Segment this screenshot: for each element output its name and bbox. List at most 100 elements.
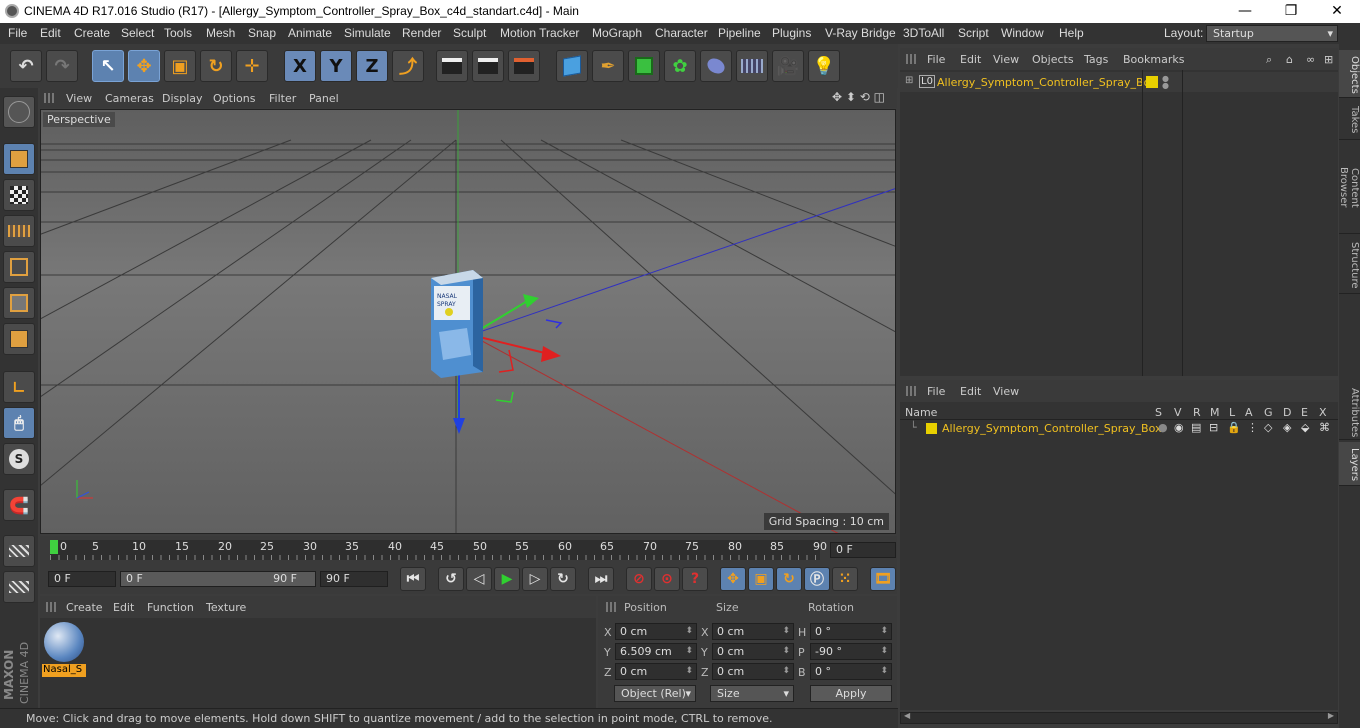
playhead[interactable] [50, 540, 58, 554]
visibility-dots-icon[interactable]: ● ● [1162, 75, 1169, 90]
search-icon[interactable]: ⌕ [1266, 53, 1272, 67]
size-mode-select[interactable]: Size ▾ [710, 685, 794, 702]
menu-edit[interactable]: Edit [40, 26, 61, 40]
expand-icon[interactable]: ⊞ [905, 75, 913, 86]
transform-tool-button[interactable]: ✛ [236, 50, 268, 82]
viewport-nav-icon[interactable]: ✥ ⬍ ⟲ ◫ [832, 90, 885, 104]
key-rotation-button[interactable]: ↻ [776, 567, 802, 591]
menu-character[interactable]: Character [655, 26, 708, 40]
cloner-button[interactable]: ✿ [664, 50, 696, 82]
edges-mode-button[interactable] [3, 287, 35, 319]
rotate-tool-button[interactable]: ↻ [200, 50, 232, 82]
layer-name[interactable]: Allergy_Symptom_Controller_Spray_Box [942, 422, 1161, 435]
key-parameter-button[interactable]: Ⓟ [804, 567, 830, 591]
subdivision-surface-button[interactable] [628, 50, 660, 82]
minimize-button[interactable]: — [1222, 0, 1268, 23]
col-l[interactable]: L [1229, 406, 1235, 419]
menu-sculpt[interactable]: Sculpt [453, 26, 486, 40]
coordinate-mode-select[interactable]: Object (Rel) ▾ [614, 685, 696, 702]
menu-mograph[interactable]: MoGraph [592, 26, 642, 40]
pos-z-field[interactable]: 0 cm [615, 663, 697, 680]
viewport-menu-panel[interactable]: Panel [309, 92, 339, 105]
prev-frame-button[interactable]: ◁ [466, 567, 492, 591]
layer-menu-view[interactable]: View [993, 385, 1019, 398]
cube-object-button[interactable] [556, 50, 588, 82]
render-settings-button[interactable] [508, 50, 540, 82]
make-editable-button[interactable] [3, 96, 35, 128]
col-g[interactable]: G [1264, 406, 1273, 419]
pen-spline-button[interactable]: ✒ [592, 50, 624, 82]
render-icon[interactable]: ▤ [1191, 421, 1201, 434]
auto-key-button[interactable]: ⊙ [654, 567, 680, 591]
render-picture-viewer-button[interactable] [472, 50, 504, 82]
z-axis-button[interactable]: Z [356, 50, 388, 82]
next-key-button[interactable]: ↻ [550, 567, 576, 591]
menu-3dtoall[interactable]: 3DToAll [903, 26, 944, 40]
apply-button[interactable]: Apply [810, 685, 892, 702]
tweak-mode-button[interactable]: 🖱 [3, 407, 35, 439]
object-menu-file[interactable]: File [927, 53, 945, 66]
object-menu-objects[interactable]: Objects [1032, 53, 1074, 66]
size-z-field[interactable]: 0 cm [712, 663, 794, 680]
tab-structure[interactable]: Structure [1339, 236, 1360, 294]
menu-motion-tracker[interactable]: Motion Tracker [500, 26, 579, 40]
layer-menu-edit[interactable]: Edit [960, 385, 981, 398]
new-panel-icon[interactable]: ⊞ [1324, 53, 1333, 66]
timeline-ruler[interactable]: 0 5 10 15 20 25 30 35 40 45 50 55 60 65 … [50, 540, 827, 560]
key-scale-button[interactable]: ▣ [748, 567, 774, 591]
key-position-button[interactable]: ✥ [720, 567, 746, 591]
frame-range-slider[interactable]: 0 F 90 F [120, 571, 316, 587]
lock-icon[interactable]: 🔒 [1227, 421, 1241, 434]
start-frame-field[interactable]: 0 F [48, 571, 116, 587]
timeline-window-button[interactable]: 🎞 [870, 567, 896, 591]
current-frame-field[interactable]: 0 F [830, 542, 896, 558]
key-pla-button[interactable]: ⁙ [832, 567, 858, 591]
select-tool-button[interactable]: ↖ [92, 50, 124, 82]
goto-start-button[interactable]: ⏮ [400, 567, 426, 591]
viewport-menu-view[interactable]: View [66, 92, 92, 105]
menu-window[interactable]: Window [1001, 26, 1044, 40]
col-e[interactable]: E [1301, 406, 1308, 419]
layer-row[interactable]: └ Allergy_Symptom_Controller_Spray_Box ●… [900, 421, 1338, 437]
workplane-mode-button[interactable] [3, 215, 35, 247]
menu-vray-bridge[interactable]: V-Ray Bridge [825, 26, 896, 40]
pos-y-field[interactable]: 6.509 cm [615, 643, 697, 660]
light-button[interactable]: 💡 [808, 50, 840, 82]
viewport-menu-cameras[interactable]: Cameras [105, 92, 154, 105]
object-name[interactable]: Allergy_Symptom_Controller_Spray_Box [937, 76, 1156, 89]
object-row[interactable]: ⊞ L0 Allergy_Symptom_Controller_Spray_Bo… [900, 72, 1338, 92]
col-s[interactable]: S [1155, 406, 1162, 419]
record-button[interactable]: ⊘ [626, 567, 652, 591]
material-menu-texture[interactable]: Texture [206, 601, 246, 614]
layer-menu-file[interactable]: File [927, 385, 945, 398]
col-r[interactable]: R [1193, 406, 1201, 419]
layer-color-swatch[interactable] [926, 423, 937, 434]
expression-icon[interactable]: ⬙ [1301, 421, 1309, 434]
keyframe-selection-button[interactable]: ? [682, 567, 708, 591]
layout-select[interactable]: Startup ▾ [1206, 25, 1338, 42]
tab-attributes[interactable]: Attributes [1339, 382, 1360, 440]
object-menu-edit[interactable]: Edit [960, 53, 981, 66]
object-menu-tags[interactable]: Tags [1084, 53, 1108, 66]
manager-icon[interactable]: ⊟ [1209, 421, 1218, 434]
size-y-field[interactable]: 0 cm [712, 643, 794, 660]
material-menu-function[interactable]: Function [147, 601, 194, 614]
home-icon[interactable]: ⌂ [1286, 53, 1293, 66]
locked-workplane-button[interactable] [3, 571, 35, 603]
layer-horizontal-scrollbar[interactable]: ◀ ▶ [900, 711, 1338, 724]
rot-h-field[interactable]: 0 ° [810, 623, 892, 640]
tab-takes[interactable]: Takes [1339, 100, 1360, 140]
menu-create[interactable]: Create [74, 26, 110, 40]
rot-b-field[interactable]: 0 ° [810, 663, 892, 680]
menu-simulate[interactable]: Simulate [344, 26, 391, 40]
eye-icon[interactable]: ◉ [1174, 421, 1184, 434]
x-axis-button[interactable]: X [284, 50, 316, 82]
axis-mode-button[interactable]: ∟ [3, 371, 35, 403]
model-mode-button[interactable] [3, 143, 35, 175]
tab-content-browser[interactable]: Content Browser [1338, 142, 1360, 234]
generator-icon[interactable]: ◇ [1264, 421, 1272, 434]
next-frame-button[interactable]: ▷ [522, 567, 548, 591]
deformer-button[interactable] [700, 50, 732, 82]
polygons-mode-button[interactable] [3, 323, 35, 355]
points-mode-button[interactable] [3, 251, 35, 283]
